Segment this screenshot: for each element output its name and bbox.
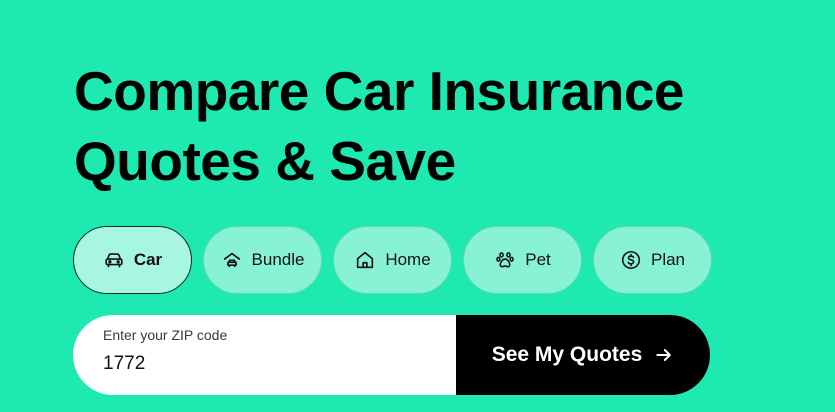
page-title: Compare Car Insurance Quotes & Save [74, 56, 685, 196]
tab-car[interactable]: Car [73, 226, 192, 294]
tab-home[interactable]: Home [333, 226, 452, 294]
zip-input[interactable] [103, 353, 403, 375]
arrow-right-icon [654, 345, 674, 365]
tab-plan-label: Plan [650, 250, 686, 269]
tab-car-label: Car [133, 250, 163, 269]
zip-field-label: Enter your ZIP code [103, 327, 228, 343]
zip-quote-form: Enter your ZIP code See My Quotes [73, 315, 710, 395]
paw-icon [494, 249, 516, 271]
house-car-icon [221, 249, 243, 271]
tab-bundle[interactable]: Bundle [203, 226, 322, 294]
tab-plan[interactable]: Plan [593, 226, 712, 294]
insurance-type-tabs: Car Bundle Home Pet Plan [73, 226, 712, 294]
zip-field-container[interactable]: Enter your ZIP code [73, 315, 456, 395]
tab-pet[interactable]: Pet [463, 226, 582, 294]
car-icon [103, 249, 125, 271]
see-my-quotes-button[interactable]: See My Quotes [456, 315, 710, 395]
page-title-line-1: Compare Car Insurance [74, 60, 685, 122]
tab-bundle-label: Bundle [251, 250, 305, 269]
dollar-coin-icon [620, 249, 642, 271]
tab-home-label: Home [385, 250, 431, 269]
see-my-quotes-label: See My Quotes [491, 343, 643, 366]
home-icon [354, 249, 376, 271]
tab-pet-label: Pet [525, 250, 551, 269]
page-title-line-2: Quotes & Save [74, 130, 456, 192]
